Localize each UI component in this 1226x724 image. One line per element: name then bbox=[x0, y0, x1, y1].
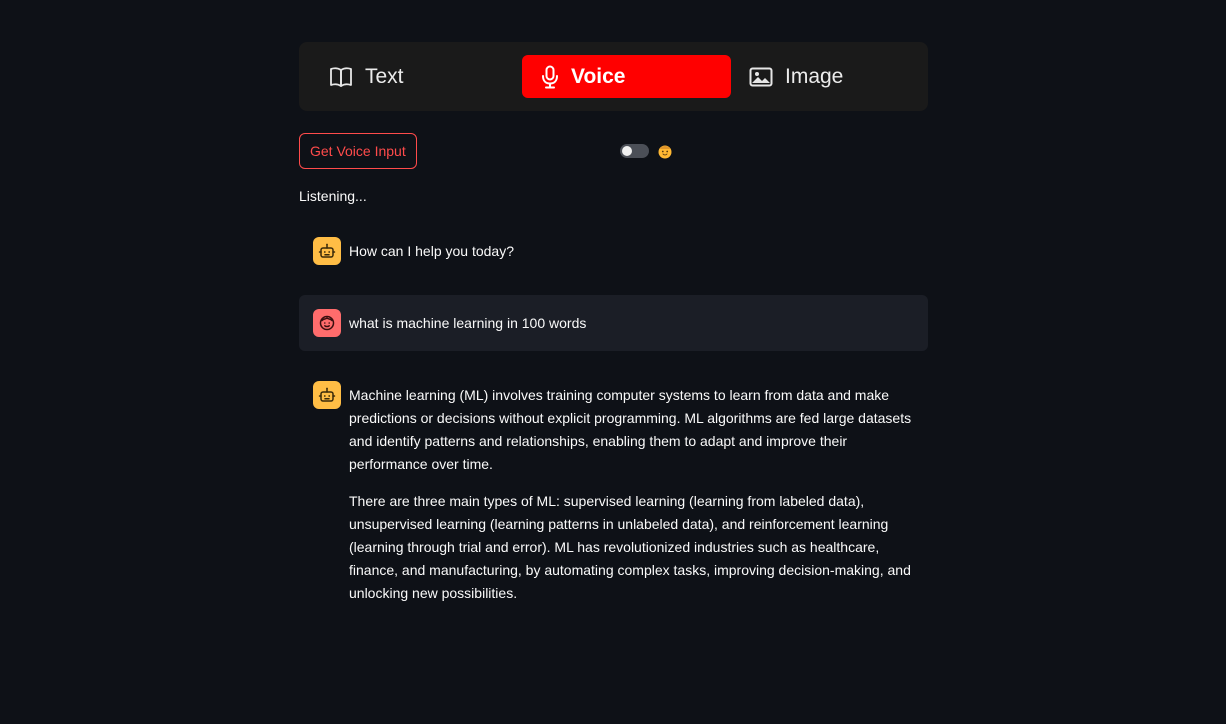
tab-voice-label: Voice bbox=[571, 64, 626, 88]
listening-status: Listening... bbox=[299, 188, 367, 204]
app-page: Text Voice Image Get Voice Input Listeni… bbox=[0, 0, 1226, 724]
message-paragraph: There are three main types of ML: superv… bbox=[349, 493, 911, 601]
message-paragraph: How can I help you today? bbox=[349, 243, 514, 259]
tab-text[interactable]: Text bbox=[329, 55, 404, 98]
user-face-icon bbox=[313, 309, 341, 337]
message-content: How can I help you today? bbox=[349, 237, 514, 263]
message-content: what is machine learning in 100 words bbox=[349, 309, 586, 335]
toggle-group bbox=[620, 143, 673, 159]
smiling-face-emoji-icon bbox=[657, 143, 673, 159]
chat-message-assistant: How can I help you today? bbox=[299, 223, 928, 279]
tab-text-label: Text bbox=[365, 64, 404, 88]
microphone-icon bbox=[541, 65, 559, 89]
robot-icon bbox=[313, 381, 341, 409]
tab-image-label: Image bbox=[785, 64, 844, 88]
main-container: Text Voice Image Get Voice Input Listeni… bbox=[299, 42, 928, 619]
tab-image[interactable]: Image bbox=[749, 55, 843, 98]
get-voice-input-button[interactable]: Get Voice Input bbox=[299, 133, 417, 169]
robot-icon bbox=[313, 237, 341, 265]
voice-controls-row: Get Voice Input bbox=[299, 133, 928, 169]
tab-voice[interactable]: Voice bbox=[522, 55, 731, 98]
toggle-switch[interactable] bbox=[620, 144, 649, 158]
book-icon bbox=[329, 66, 353, 88]
message-paragraph: what is machine learning in 100 words bbox=[349, 315, 587, 331]
mode-tab-bar: Text Voice Image bbox=[299, 42, 928, 111]
image-icon bbox=[749, 67, 773, 87]
chat-message-assistant: Machine learning (ML) involves training … bbox=[299, 367, 928, 619]
message-paragraph: Machine learning (ML) involves training … bbox=[349, 387, 912, 472]
message-content: Machine learning (ML) involves training … bbox=[349, 381, 914, 605]
chat-message-user: what is machine learning in 100 words bbox=[299, 295, 928, 351]
